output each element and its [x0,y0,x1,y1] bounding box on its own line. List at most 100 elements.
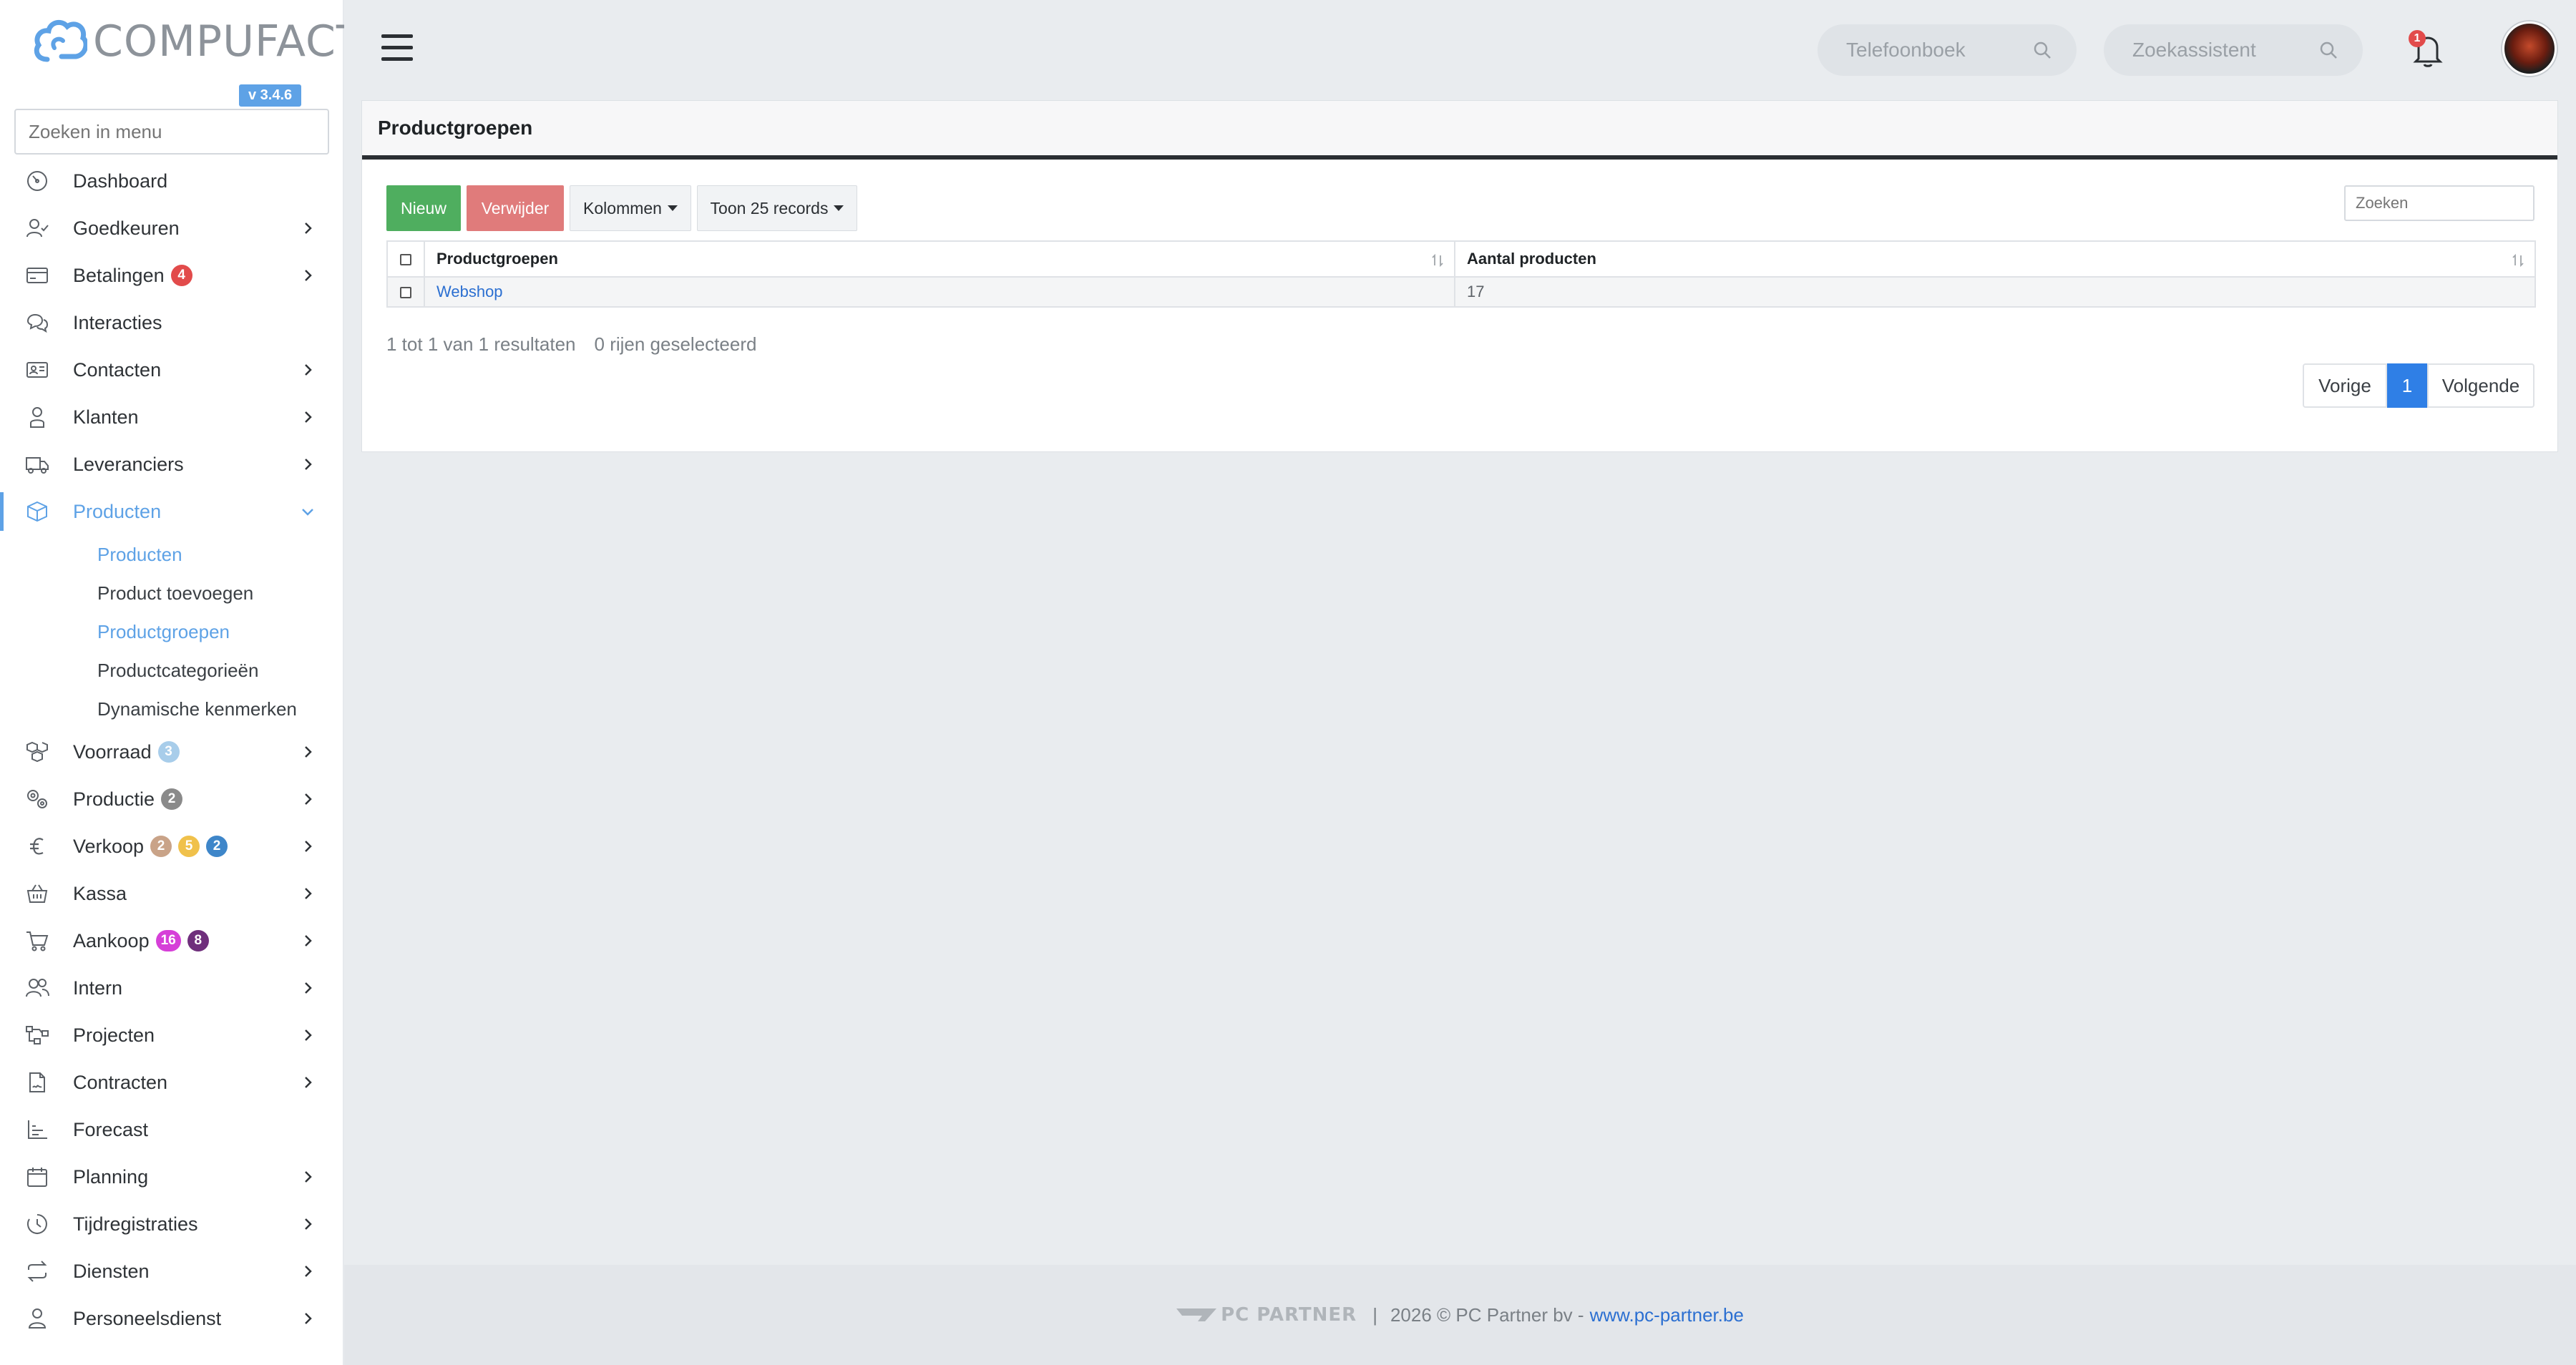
sidebar-item-dashboard[interactable]: Dashboard [0,157,343,205]
sidebar-item-verkoop[interactable]: Verkoop 2 5 2 [0,823,343,870]
sidebar-item-goedkeuren[interactable]: Goedkeuren [0,205,343,252]
sidebar-item-label: Personeelsdienst [73,1307,222,1329]
sidebar-item-personeelsdienst[interactable]: Personeelsdienst [0,1295,343,1342]
sub-item-product-toevoegen[interactable]: Product toevoegen [0,574,343,612]
chevron-right-icon [305,1171,312,1183]
row-checkbox[interactable] [400,287,411,299]
chevron-right-icon [305,364,312,376]
sidebar-item-label: Goedkeuren [73,217,180,239]
phonebook-placeholder: Telefoonboek [1846,39,1966,61]
sidebar-item-producten[interactable]: Producten [0,488,343,535]
sidebar-item-label: Dashboard [73,170,168,192]
wing-logo-icon [1176,1308,1217,1321]
sidebar-item-label: Betalingen [73,264,165,286]
cloud-logo-icon [34,19,87,62]
hamburger-menu-icon[interactable] [381,34,413,63]
productgroup-link[interactable]: Webshop [436,283,503,300]
sub-item-producten[interactable]: Producten [0,535,343,574]
assistant-placeholder: Zoekassistent [2132,39,2256,61]
sidebar-item-label: Forecast [73,1118,149,1140]
sidebar-item-kassa[interactable]: Kassa [0,870,343,917]
chevron-right-icon [305,888,312,899]
sort-icon [2512,253,2524,268]
results-count-text: 1 tot 1 van 1 resultaten [386,333,576,355]
sub-item-productcategorieen[interactable]: Productcategorieën [0,651,343,690]
cart-icon [24,928,50,954]
sales-badge-3: 2 [206,836,228,857]
sidebar-item-label: Interacties [73,311,162,333]
sidebar-item-klanten[interactable]: Klanten [0,393,343,441]
logo[interactable]: COMPUFACT [33,13,364,70]
new-button[interactable]: Nieuw [386,185,461,231]
previous-page-button[interactable]: Vorige [2303,363,2387,408]
chevron-right-icon [305,935,312,946]
contact-card-icon [24,357,50,383]
sidebar-item-planning[interactable]: Planning [0,1153,343,1200]
assistant-search[interactable]: Zoekassistent [2104,24,2363,76]
table-search-input[interactable] [2344,185,2534,221]
purchase-badge-1: 16 [155,930,181,951]
sidebar-item-diensten[interactable]: Diensten [0,1248,343,1295]
dashboard-icon [24,168,50,194]
sidebar-item-productie[interactable]: Productie 2 [0,776,343,823]
sidebar-item-contacten[interactable]: Contacten [0,346,343,393]
chevron-right-icon [305,459,312,470]
sidebar-item-forecast[interactable]: Forecast [0,1106,343,1153]
sidebar-item-interacties[interactable]: Interacties [0,299,343,346]
sub-item-productgroepen[interactable]: Productgroepen [0,612,343,651]
sidebar-item-label: Contacten [73,358,162,381]
sidebar-item-label: Projecten [73,1024,155,1046]
column-header-productgroepen[interactable]: Productgroepen [424,240,1455,278]
caret-down-icon [834,205,844,211]
selected-rows-text: 0 rijen geselecteerd [594,333,757,355]
sidebar-item-aankoop[interactable]: Aankoop 16 8 [0,917,343,964]
sidebar-item-label: Kassa [73,882,127,904]
productgroups-table: Productgroepen Aantal producten Webshop … [386,240,2536,308]
sidebar-item-leveranciers[interactable]: Leveranciers [0,441,343,488]
sidebar: COMPUFACT v 3.4.6 Dashboard Goedkeuren B… [0,0,363,1365]
sidebar-item-tijdregistraties[interactable]: Tijdregistraties [0,1200,343,1248]
sidebar-item-label: Tijdregistraties [73,1213,198,1235]
next-page-button[interactable]: Volgende [2427,363,2534,408]
sidebar-item-label: Contracten [73,1071,168,1093]
users-icon [24,975,50,1001]
records-label: Toon 25 records [710,198,829,217]
purchase-badge-2: 8 [187,930,209,951]
chevron-right-icon [305,1313,312,1324]
menu-search-input[interactable] [14,109,329,155]
pc-partner-logo: PC PARTNER [1176,1304,1357,1326]
sidebar-item-projecten[interactable]: Projecten [0,1012,343,1059]
records-per-page-dropdown[interactable]: Toon 25 records [697,185,857,231]
notification-count-badge: 1 [2409,30,2426,47]
search-icon [2320,41,2337,59]
production-count-badge: 2 [161,788,183,810]
pagination: Vorige 1 Volgende [2303,363,2534,408]
euro-icon [24,833,50,859]
page-1-button[interactable]: 1 [2387,363,2427,408]
chevron-right-icon [305,1218,312,1230]
sub-item-dynamische-kenmerken[interactable]: Dynamische kenmerken [0,690,343,728]
version-badge: v 3.4.6 [239,84,302,107]
notifications-button[interactable]: 1 [2409,30,2446,69]
sidebar-item-label: Productie [73,788,155,810]
delete-button[interactable]: Verwijder [467,185,564,231]
project-icon [24,1022,50,1048]
sidebar-item-contracten[interactable]: Contracten [0,1059,343,1106]
footer-link[interactable]: www.pc-partner.be [1590,1304,1744,1326]
column-header-aantal-producten[interactable]: Aantal producten [1454,240,2536,278]
sidebar-item-intern[interactable]: Intern [0,964,343,1012]
sidebar-item-voorraad[interactable]: Voorraad 3 [0,728,343,776]
phonebook-search[interactable]: Telefoonboek [1818,24,2077,76]
sales-badge-1: 2 [150,836,172,857]
chart-icon [24,1117,50,1143]
avatar[interactable] [2502,21,2557,76]
stock-count-badge: 3 [157,741,180,763]
table-row[interactable]: Webshop 17 [386,276,2536,308]
truck-icon [24,451,50,477]
logo-text: COMPUFACT [93,16,364,67]
sidebar-item-betalingen[interactable]: Betalingen 4 [0,252,343,299]
select-all-checkbox[interactable] [400,254,411,266]
columns-dropdown[interactable]: Kolommen [570,185,691,231]
sales-badge-2: 5 [178,836,200,857]
caret-down-icon [667,205,678,211]
